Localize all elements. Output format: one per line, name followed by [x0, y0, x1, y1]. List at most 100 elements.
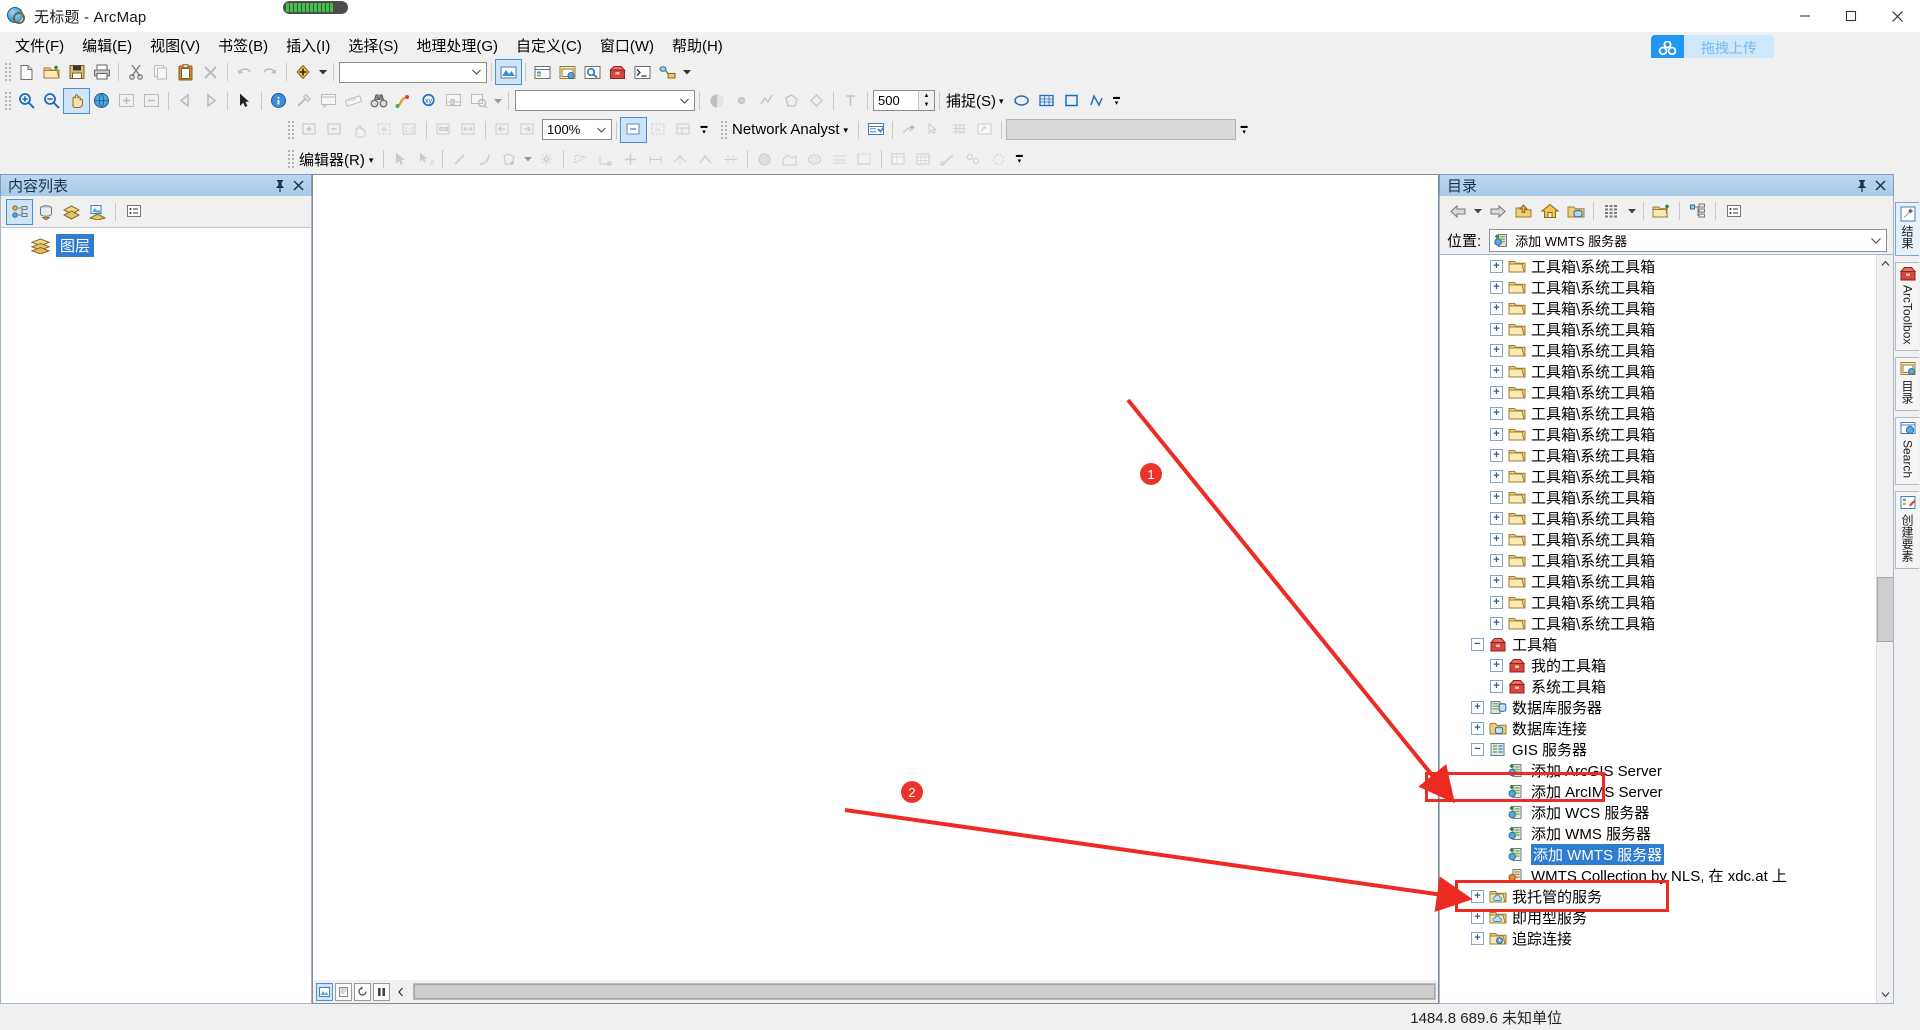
forward-arrow-icon[interactable]: [1485, 199, 1510, 223]
go-to-xy-icon[interactable]: xy: [416, 89, 441, 113]
snap-point-icon[interactable]: [1009, 89, 1034, 113]
search-icon[interactable]: [580, 60, 605, 84]
point-feature-icon[interactable]: [729, 89, 754, 113]
rectangle-icon[interactable]: [568, 147, 593, 171]
toolbar-overflow-icon[interactable]: ▬ ▾: [1013, 148, 1025, 170]
pause-drawing-icon[interactable]: [373, 982, 390, 1001]
toolbar-grip[interactable]: [4, 62, 12, 82]
pin-icon[interactable]: [271, 177, 288, 194]
stepper-up-icon[interactable]: ▲: [919, 91, 934, 101]
layout-zoom-whole-page-icon[interactable]: [431, 118, 456, 142]
list-by-drawing-order-icon[interactable]: [6, 198, 33, 225]
catalog-icon[interactable]: [555, 60, 580, 84]
catalog-tree-row[interactable]: + 追踪连接: [1440, 928, 1876, 949]
undo-icon[interactable]: [232, 60, 257, 84]
select-network-location-icon[interactable]: [922, 118, 947, 142]
expand-toggle-icon[interactable]: +: [1490, 386, 1503, 399]
focus-data-frame-icon[interactable]: [646, 118, 671, 142]
add-data-dropdown-caret-icon[interactable]: [316, 60, 329, 84]
edit-tool-icon[interactable]: [388, 147, 413, 171]
layout-zoom-page-width-icon[interactable]: [456, 118, 481, 142]
side-tab-create-features[interactable]: 创建要素: [1895, 491, 1919, 570]
diamond-feature-icon[interactable]: [804, 89, 829, 113]
mid-point-icon[interactable]: [593, 147, 618, 171]
scroll-left-icon[interactable]: [392, 983, 409, 1001]
measure-icon[interactable]: [341, 89, 366, 113]
layout-1to1-icon[interactable]: 1:1: [397, 118, 422, 142]
catalog-options-icon[interactable]: [1721, 199, 1746, 223]
snap-vertex-icon[interactable]: [1059, 89, 1084, 113]
expand-toggle-icon[interactable]: +: [1471, 701, 1484, 714]
catalog-tree-row[interactable]: + 工具箱\系统工具箱: [1440, 466, 1876, 487]
toc-layers-node[interactable]: 图层: [1, 228, 311, 257]
expand-toggle-icon[interactable]: +: [1490, 533, 1503, 546]
sketch-icon[interactable]: [936, 147, 961, 171]
snapping-label[interactable]: 捕捉(S): [944, 90, 998, 111]
catalog-tree-row[interactable]: + 工具箱\系统工具箱: [1440, 361, 1876, 382]
toggle-draft-mode-icon[interactable]: [620, 116, 647, 143]
hyperlink-icon[interactable]: [291, 89, 316, 113]
layout-pan-icon[interactable]: [347, 118, 372, 142]
cut-icon[interactable]: [123, 60, 148, 84]
side-tab-arctoolbox[interactable]: ArcToolbox: [1895, 262, 1919, 352]
expand-toggle-icon[interactable]: +: [1490, 680, 1503, 693]
expand-toggle-icon[interactable]: +: [1490, 428, 1503, 441]
back-dropdown-caret-icon[interactable]: [1471, 199, 1484, 223]
data-view-icon[interactable]: [316, 982, 333, 1001]
open-folder-icon[interactable]: [39, 60, 64, 84]
menu-view[interactable]: 视图(V): [141, 32, 209, 59]
split-icon[interactable]: [752, 147, 777, 171]
fixed-zoom-in-icon[interactable]: [114, 89, 139, 113]
expand-toggle-icon[interactable]: +: [1490, 470, 1503, 483]
scale-combo[interactable]: [339, 61, 487, 83]
connect-to-folder-icon[interactable]: [1649, 199, 1674, 223]
snapping-caret-icon[interactable]: ▾: [999, 96, 1004, 107]
catalog-tree-row[interactable]: + 工具箱\系统工具箱: [1440, 508, 1876, 529]
python-window-icon[interactable]: [630, 60, 655, 84]
attributes-icon[interactable]: [886, 147, 911, 171]
menu-geoprocessing[interactable]: 地理处理(G): [407, 32, 507, 59]
expand-toggle-icon[interactable]: +: [1490, 617, 1503, 630]
tangent-icon[interactable]: [718, 147, 743, 171]
toolbar-grip[interactable]: [287, 149, 295, 169]
model-builder-icon[interactable]: [655, 60, 680, 84]
toolbar-grip[interactable]: [287, 119, 295, 140]
search-combo[interactable]: [515, 90, 695, 111]
catalog-location-combo[interactable]: 添加 WMTS 服务器: [1489, 228, 1887, 252]
expand-toggle-icon[interactable]: +: [1490, 365, 1503, 378]
buffer-icon[interactable]: [802, 147, 827, 171]
catalog-tree-row[interactable]: + 工具箱\系统工具箱: [1440, 529, 1876, 550]
expand-toggle-icon[interactable]: +: [1490, 302, 1503, 315]
contents-view-icon[interactable]: [1599, 199, 1624, 223]
snap-end-icon[interactable]: [1084, 89, 1109, 113]
expand-toggle-icon[interactable]: +: [1490, 323, 1503, 336]
menu-insert[interactable]: 插入(I): [277, 32, 339, 59]
transparency-stepper[interactable]: 500 ▲ ▼: [873, 90, 935, 111]
html-popup-icon[interactable]: [316, 89, 341, 113]
catalog-tree-row[interactable]: + 我的工具箱: [1440, 655, 1876, 676]
list-by-source-icon[interactable]: [33, 200, 58, 224]
toolbar-overflow-icon[interactable]: ▬ ▾: [698, 119, 710, 141]
trace-icon[interactable]: [497, 147, 522, 171]
catalog-tree-row[interactable]: + 工具箱\系统工具箱: [1440, 445, 1876, 466]
expand-toggle-icon[interactable]: +: [1471, 722, 1484, 735]
copy-icon[interactable]: [148, 60, 173, 84]
expand-toggle-icon[interactable]: +: [1490, 659, 1503, 672]
line-feature-icon[interactable]: [754, 89, 779, 113]
scroll-down-icon[interactable]: [1876, 986, 1893, 1003]
snap-edge-icon[interactable]: [1034, 89, 1059, 113]
catalog-tree-row[interactable]: + 工具箱\系统工具箱: [1440, 382, 1876, 403]
layout-view-icon[interactable]: [335, 982, 352, 1001]
up-one-level-icon[interactable]: [1511, 199, 1536, 223]
scrollbar-thumb[interactable]: [1876, 577, 1893, 642]
catalog-tree-row[interactable]: + 数据库连接: [1440, 718, 1876, 739]
create-viewer-icon[interactable]: [466, 89, 491, 113]
layout-forward-icon[interactable]: [515, 118, 540, 142]
endpoint-arc-icon[interactable]: [472, 147, 497, 171]
side-tab-catalog[interactable]: 目录: [1895, 357, 1919, 412]
pan-back-icon[interactable]: [173, 89, 198, 113]
transparency-slider-icon[interactable]: [704, 89, 729, 113]
close-icon[interactable]: [1874, 0, 1920, 32]
create-location-icon[interactable]: [897, 118, 922, 142]
catalog-tree-row[interactable]: 添加 WMS 服务器: [1440, 823, 1876, 844]
